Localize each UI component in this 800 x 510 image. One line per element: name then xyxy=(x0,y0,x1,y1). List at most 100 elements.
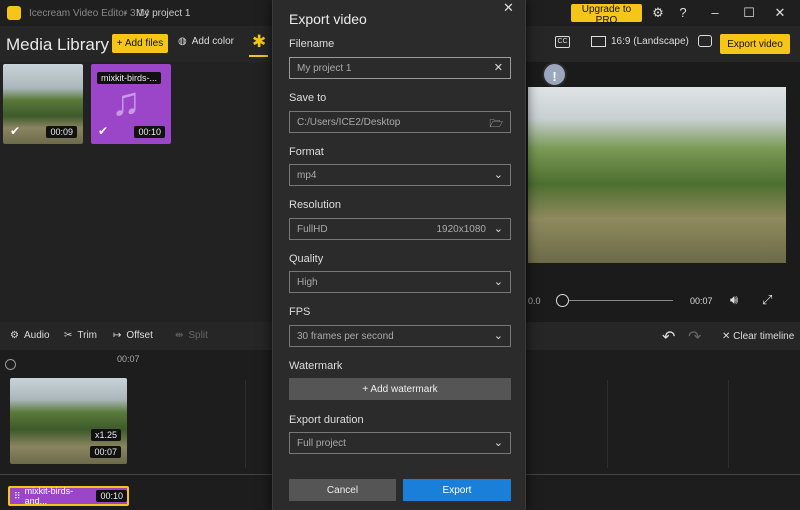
format-label: Format xyxy=(289,146,324,158)
chevron-down-icon: ⌄ xyxy=(493,223,503,235)
drag-handle-icon: ⠿ xyxy=(14,490,21,501)
info-icon[interactable]: ! xyxy=(542,62,567,87)
app-title: Icecream Video Editor 3.14 xyxy=(29,8,150,19)
maximize-icon[interactable]: ☐ xyxy=(740,4,758,22)
timeline-video-clip[interactable]: x1.25 00:07 xyxy=(10,378,127,464)
fps-select[interactable]: 30 frames per second ⌄ xyxy=(289,325,511,347)
ruler-time-label: 00:07 xyxy=(117,354,140,364)
resolution-dims: 1920x1080 xyxy=(436,224,487,235)
timeline-audio-clip[interactable]: ⠿ mixkit-birds-and... 00:10 xyxy=(8,486,129,506)
quality-label: Quality xyxy=(289,253,324,265)
minimize-icon[interactable]: – xyxy=(706,4,724,22)
video-preview xyxy=(528,87,786,263)
active-tab-indicator xyxy=(249,55,268,57)
cancel-button[interactable]: Cancel xyxy=(289,479,396,501)
filename-input[interactable]: My project 1 ✕ xyxy=(289,57,511,79)
favorites-star-icon[interactable]: ✱ xyxy=(252,32,266,52)
current-time: 0.0 xyxy=(528,296,541,306)
export-duration-select[interactable]: Full project ⌄ xyxy=(289,432,511,454)
export-duration-value: Full project xyxy=(297,437,346,449)
seek-knob[interactable] xyxy=(556,294,569,307)
split-label: Split xyxy=(188,330,208,341)
check-icon: ✔ xyxy=(98,124,109,138)
resolution-select[interactable]: FullHD 1920x1080 ⌄ xyxy=(289,218,511,240)
upgrade-button[interactable]: Upgrade to PRO xyxy=(571,4,642,26)
save-to-path: C:/Users/ICE2/Desktop xyxy=(297,116,401,128)
settings-gear-icon[interactable]: ⚙ xyxy=(649,4,667,22)
audio-clip-name: mixkit-birds-and... xyxy=(24,486,74,506)
audio-button[interactable]: ⚙ Audio xyxy=(10,330,50,341)
save-to-field[interactable]: C:/Users/ICE2/Desktop 🗁 xyxy=(289,111,511,133)
audio-gear-icon: ⚙ xyxy=(10,330,19,341)
timeline-gridline xyxy=(245,380,246,468)
playhead-handle[interactable] xyxy=(5,359,16,370)
aspect-ratio-label: 16:9 (Landscape) xyxy=(611,36,689,47)
help-icon[interactable]: ? xyxy=(674,4,692,22)
media-library: ✔ 00:09 mixkit-birds-... ♫ ✔ 00:10 xyxy=(0,62,272,322)
redo-icon[interactable]: ↷ xyxy=(688,327,701,347)
export-duration-label: Export duration xyxy=(289,414,364,426)
split-button[interactable]: ⇹ Split xyxy=(175,330,208,341)
offset-arrow-icon: ↦ xyxy=(113,330,122,341)
aspect-ratio-icon xyxy=(591,36,606,47)
undo-icon[interactable]: ↶ xyxy=(662,327,675,347)
offset-label: Offset xyxy=(126,330,153,341)
chevron-down-icon: ⌄ xyxy=(493,437,503,449)
title-separator: - xyxy=(124,8,128,19)
resolution-label: Resolution xyxy=(289,199,341,211)
chevron-down-icon: ⌄ xyxy=(493,276,503,288)
audio-label: Audio xyxy=(23,330,50,341)
dialog-title: Export video xyxy=(289,11,367,27)
quality-select[interactable]: High ⌄ xyxy=(289,271,511,293)
seek-bar[interactable] xyxy=(563,300,673,301)
fullscreen-icon[interactable]: ⤢ xyxy=(762,292,772,308)
clip-speed-badge: x1.25 xyxy=(90,429,121,441)
media-item-audio[interactable]: mixkit-birds-... ♫ ✔ 00:10 xyxy=(91,64,171,144)
export-video-button[interactable]: Export video xyxy=(720,34,790,54)
fps-value: 30 frames per second xyxy=(297,330,394,342)
duration-badge: 00:09 xyxy=(46,126,77,138)
clip-duration-badge: 00:07 xyxy=(90,446,121,458)
palette-icon: ◍ xyxy=(178,36,187,47)
timeline-gridline xyxy=(728,380,729,468)
clear-input-icon[interactable]: ✕ xyxy=(494,61,503,74)
music-note-icon: ♫ xyxy=(111,80,141,124)
chevron-down-icon: ⌄ xyxy=(493,330,503,342)
save-to-label: Save to xyxy=(289,92,327,104)
timeline-gridline xyxy=(607,380,608,468)
add-color-label: Add color xyxy=(191,36,234,47)
subtitles-cc-icon[interactable]: CC xyxy=(555,36,570,48)
filename-placeholder: My project 1 xyxy=(297,62,352,74)
clear-timeline-label: Clear timeline xyxy=(733,331,795,342)
chevron-down-icon: ⌄ xyxy=(493,169,503,181)
aspect-ratio-button[interactable]: 16:9 (Landscape) xyxy=(591,36,689,47)
project-title: My project 1 xyxy=(136,8,191,19)
export-button[interactable]: Export xyxy=(403,479,511,501)
format-select[interactable]: mp4 ⌄ xyxy=(289,164,511,186)
trim-button[interactable]: ✂ Trim xyxy=(64,330,97,341)
filename-label: Filename xyxy=(289,38,335,50)
camera-icon[interactable] xyxy=(698,35,712,47)
clear-timeline-button[interactable]: ✕ Clear timeline xyxy=(722,331,794,342)
duration-badge: 00:10 xyxy=(134,126,165,138)
add-watermark-button[interactable]: + Add watermark xyxy=(289,378,511,400)
add-files-button[interactable]: + Add files xyxy=(112,34,168,53)
add-color-button[interactable]: ◍ Add color xyxy=(178,36,234,47)
total-time: 00:07 xyxy=(690,296,713,306)
export-dialog: Export video ✕ Filename My project 1 ✕ S… xyxy=(272,0,526,510)
media-item-video[interactable]: ✔ 00:09 xyxy=(3,64,83,144)
fps-label: FPS xyxy=(289,306,311,318)
offset-button[interactable]: ↦ Offset xyxy=(113,330,153,341)
scissors-icon: ✂ xyxy=(64,330,73,341)
app-logo xyxy=(7,6,21,20)
dialog-close-icon[interactable]: ✕ xyxy=(503,0,514,16)
folder-icon[interactable]: 🗁 xyxy=(489,115,503,134)
volume-icon[interactable]: 🔊︎ xyxy=(730,292,738,308)
format-value: mp4 xyxy=(297,169,317,181)
trim-label: Trim xyxy=(77,330,98,341)
audio-clip-duration: 00:10 xyxy=(96,490,127,502)
watermark-label: Watermark xyxy=(289,360,343,372)
resolution-value: FullHD xyxy=(297,223,328,235)
media-library-title: Media Library xyxy=(6,35,109,54)
close-icon[interactable]: ✕ xyxy=(771,4,789,22)
